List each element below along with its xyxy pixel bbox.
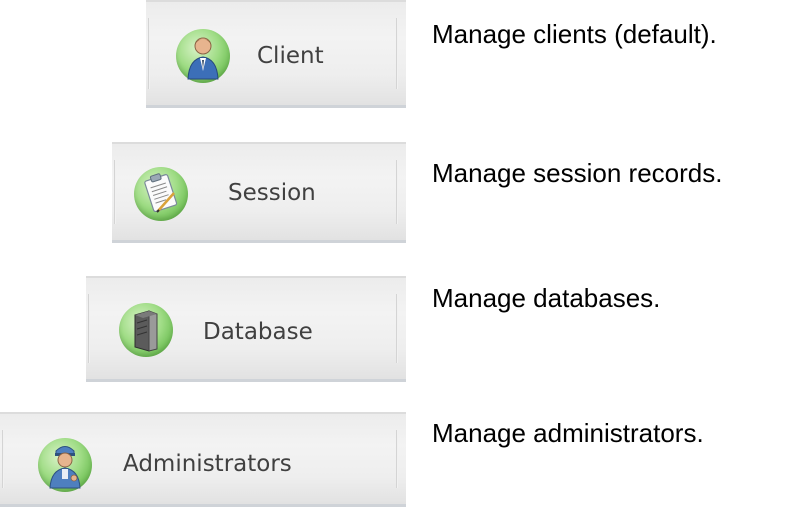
administrators-button[interactable]: Administrators — [0, 412, 406, 507]
client-user-icon — [176, 29, 230, 83]
client-button[interactable]: Client — [146, 0, 406, 108]
database-button-label: Database — [203, 319, 313, 345]
database-server-icon — [119, 303, 173, 357]
session-button[interactable]: Session — [112, 142, 406, 243]
administrators-description: Manage administrators. — [432, 418, 704, 448]
client-description: Manage clients (default). — [432, 19, 717, 49]
database-button[interactable]: Database — [86, 276, 406, 382]
administrator-user-icon — [38, 438, 92, 492]
client-button-label: Client — [257, 43, 324, 69]
session-description: Manage session records. — [432, 158, 723, 188]
session-clipboard-icon — [134, 167, 188, 221]
database-description: Manage databases. — [432, 283, 661, 313]
session-button-label: Session — [228, 180, 316, 206]
administrators-button-label: Administrators — [123, 451, 292, 477]
